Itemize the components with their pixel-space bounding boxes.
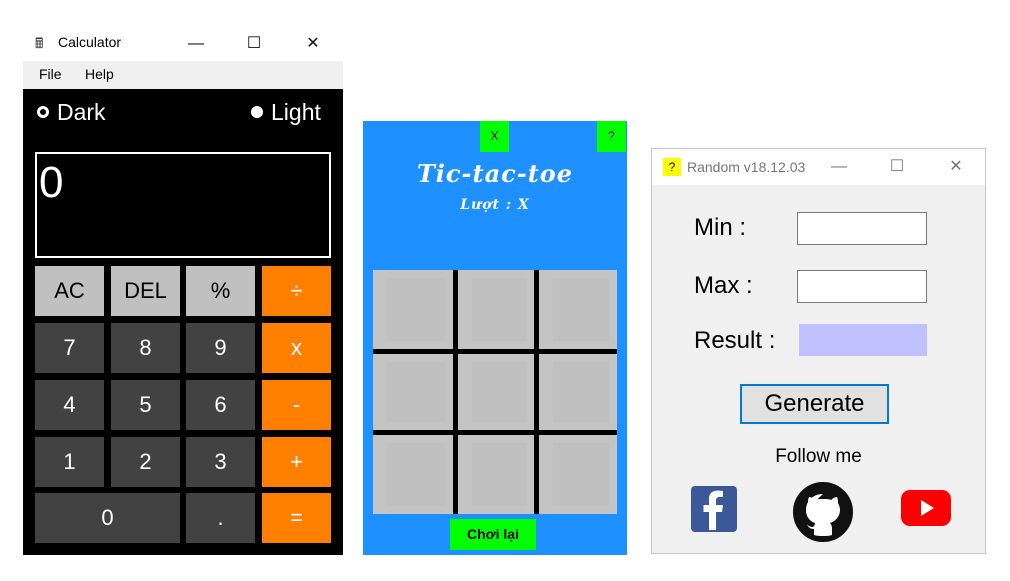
- calculator-title: Calculator: [58, 34, 122, 50]
- board-cell-6[interactable]: [539, 354, 617, 430]
- calculator-display: 0: [35, 152, 331, 258]
- menu-file[interactable]: File: [39, 66, 62, 82]
- board-cell-5[interactable]: [458, 354, 534, 430]
- button-multiply[interactable]: x: [262, 323, 331, 373]
- max-label: Max :: [694, 272, 753, 299]
- board-cell-3[interactable]: [539, 270, 617, 349]
- result-display: [799, 324, 927, 356]
- button-3[interactable]: 3: [186, 437, 255, 487]
- board-cell-7[interactable]: [373, 435, 453, 514]
- random-titlebar: ? Random v18.12.03 — ☐ ✕: [652, 149, 985, 185]
- board-cell-8[interactable]: [458, 435, 534, 514]
- radio-unchecked-icon: [37, 106, 49, 118]
- button-1[interactable]: 1: [35, 437, 104, 487]
- button-0[interactable]: 0: [35, 493, 180, 543]
- calculator-window: 🖩 Calculator — ☐ ✕ File Help Dark Light …: [23, 27, 343, 555]
- button-ac[interactable]: AC: [35, 266, 104, 316]
- random-title: Random v18.12.03: [687, 159, 806, 175]
- board-cell-1[interactable]: [373, 270, 453, 349]
- menu-help[interactable]: Help: [85, 66, 114, 82]
- maximize-button[interactable]: ☐: [882, 155, 912, 179]
- board-cell-9[interactable]: [539, 435, 617, 514]
- tictactoe-window: X ? Tic-tac-toe Lượt : X Chơi lại: [363, 121, 627, 555]
- game-title: Tic-tac-toe: [416, 159, 574, 188]
- facebook-icon[interactable]: [691, 486, 737, 532]
- radio-checked-icon: [251, 106, 263, 118]
- button-minus[interactable]: -: [262, 380, 331, 430]
- board-cell-4[interactable]: [373, 354, 453, 430]
- close-button[interactable]: ✕: [298, 32, 328, 56]
- button-5[interactable]: 5: [111, 380, 180, 430]
- github-icon[interactable]: [793, 482, 853, 542]
- question-icon: ?: [663, 158, 681, 176]
- button-4[interactable]: 4: [35, 380, 104, 430]
- tictactoe-close-button[interactable]: X: [480, 121, 509, 152]
- calculator-icon: 🖩: [35, 35, 44, 51]
- turn-indicator: Lượt : X: [460, 197, 530, 213]
- min-label: Min :: [694, 214, 747, 241]
- board-cell-2[interactable]: [458, 270, 534, 349]
- result-label: Result :: [694, 327, 776, 354]
- random-window: ? Random v18.12.03 — ☐ ✕ Min : Max : Res…: [651, 148, 986, 554]
- button-divide[interactable]: ÷: [262, 266, 331, 316]
- button-decimal[interactable]: .: [186, 493, 255, 543]
- tictactoe-help-button[interactable]: ?: [597, 121, 626, 152]
- button-9[interactable]: 9: [186, 323, 255, 373]
- close-button[interactable]: ✕: [941, 155, 971, 179]
- button-equals[interactable]: =: [262, 493, 331, 543]
- theme-dark-radio[interactable]: Dark: [37, 98, 106, 126]
- minimize-button[interactable]: —: [824, 155, 854, 179]
- button-7[interactable]: 7: [35, 323, 104, 373]
- youtube-icon[interactable]: [901, 490, 951, 526]
- menu-bar: File Help: [23, 61, 343, 89]
- minimize-button[interactable]: —: [181, 32, 211, 56]
- button-8[interactable]: 8: [111, 323, 180, 373]
- theme-light-radio[interactable]: Light: [251, 98, 321, 126]
- button-6[interactable]: 6: [186, 380, 255, 430]
- theme-dark-label: Dark: [57, 98, 106, 125]
- replay-button[interactable]: Chơi lại: [450, 519, 536, 550]
- theme-light-label: Light: [271, 98, 321, 125]
- generate-button[interactable]: Generate: [740, 384, 889, 424]
- button-del[interactable]: DEL: [111, 266, 180, 316]
- game-board: [373, 270, 617, 514]
- button-2[interactable]: 2: [111, 437, 180, 487]
- maximize-button[interactable]: ☐: [239, 32, 269, 56]
- button-plus[interactable]: +: [262, 437, 331, 487]
- button-percent[interactable]: %: [186, 266, 255, 316]
- calculator-titlebar: 🖩 Calculator — ☐ ✕: [23, 27, 343, 61]
- min-input[interactable]: [797, 212, 927, 245]
- max-input[interactable]: [797, 270, 927, 303]
- follow-me-label: Follow me: [775, 446, 862, 467]
